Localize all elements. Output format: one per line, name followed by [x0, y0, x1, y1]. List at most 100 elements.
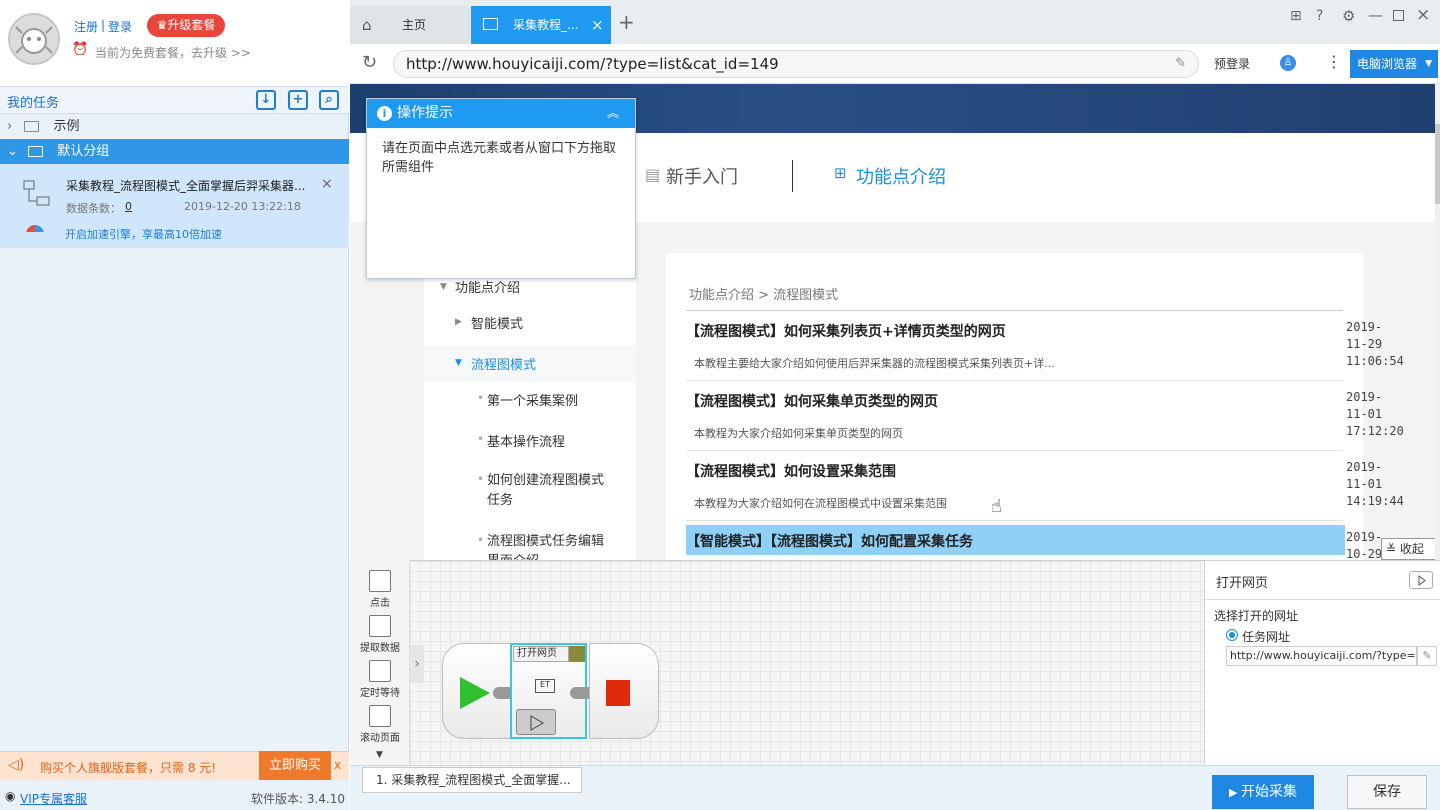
upgrade-button[interactable]: ♛升级套餐 [147, 14, 225, 37]
radio-task-url[interactable] [1226, 629, 1238, 641]
menu-item[interactable]: 基本操作流程 [487, 431, 565, 450]
grid-icon: ⊞ [834, 164, 847, 182]
props-title: 打开网页 [1216, 576, 1269, 591]
megaphone-icon: ◁) [8, 757, 25, 773]
edit-icon[interactable]: ✎ [1417, 646, 1437, 666]
nav-divider [792, 160, 793, 192]
tree-item-label: 默认分组 [57, 144, 110, 159]
tool-extract[interactable]: 提取数据 [350, 615, 410, 654]
minimize-icon[interactable]: — [1368, 6, 1383, 24]
edit-icon[interactable]: ✎ [1175, 51, 1186, 77]
article-title[interactable]: 【流程图模式】如何采集单页类型的网页 [686, 391, 938, 411]
article-title[interactable]: 【智能模式】【流程图模式】如何配置采集任务 [686, 531, 973, 551]
caret-right-icon: ▶ [455, 317, 462, 327]
nav-features[interactable]: 功能点介绍 [856, 163, 946, 189]
window-close-icon[interactable]: × [1416, 5, 1430, 25]
bullet-icon: • [477, 472, 485, 486]
close-icon[interactable]: × [321, 176, 333, 192]
avatar[interactable] [8, 13, 60, 65]
breadcrumb: 功能点介绍 > 流程图模式 [689, 288, 839, 303]
refresh-icon[interactable]: ↻ [362, 52, 377, 73]
menu-flow[interactable]: 流程图模式 [471, 354, 536, 373]
speed-link[interactable]: 开启加速引擎，享最高10倍加速 [65, 226, 222, 242]
tab-close-icon[interactable]: × [591, 6, 604, 44]
hint-popup: i 操作提示 ︽ 请在页面中点选元素或者从窗口下方拖取所需组件 [366, 98, 636, 279]
new-task-icon[interactable]: + [288, 90, 308, 110]
expand-toolbox-icon[interactable]: › [410, 645, 424, 683]
divider [686, 310, 1343, 311]
browser-mode-select[interactable]: 电脑浏览器 ▼ [1350, 50, 1438, 78]
end-node[interactable] [589, 643, 659, 739]
menu-item[interactable]: 第一个采集案例 [487, 390, 578, 409]
article-title[interactable]: 【流程图模式】如何采集列表页+详情页类型的网页 [686, 321, 1006, 341]
browser-mode-label: 电脑浏览器 [1357, 57, 1418, 71]
count-value[interactable]: 0 [125, 200, 132, 213]
upgrade-label: 升级套餐 [167, 18, 216, 32]
hand-cursor-icon: ☝ [991, 496, 1002, 517]
save-button[interactable]: 保存 [1347, 775, 1427, 809]
menu-section[interactable]: 功能点介绍 [455, 277, 520, 296]
new-tab-icon[interactable]: + [618, 10, 635, 34]
caret-down-icon: ▼ [440, 282, 447, 292]
maximize-icon[interactable] [1393, 10, 1404, 21]
play-icon [460, 677, 490, 709]
divider [686, 450, 1343, 451]
bullet-icon: • [477, 432, 485, 446]
prelogin-button[interactable]: 预登录 [1214, 55, 1250, 72]
menu-item[interactable]: 流程图模式任务编辑界面介绍 [487, 532, 605, 560]
hint-title: 操作提示 [397, 105, 453, 121]
url-input[interactable]: http://www.houyicaiji.com/?type=list&cat… [393, 50, 1199, 78]
tab-active[interactable]: 采集教程_... × [471, 6, 611, 44]
search-task-icon[interactable]: ⌕ [319, 90, 339, 110]
task-title: 采集教程_流程图模式_全面掌握后羿采集器... [66, 179, 306, 193]
more-icon[interactable]: ⋮ [1326, 52, 1342, 71]
divider [686, 380, 1343, 381]
start-collect-button[interactable]: ▶ 开始采集 [1212, 775, 1314, 809]
bullet-icon: • [477, 533, 485, 547]
vip-support-link[interactable]: VIP专属客服 [20, 790, 87, 807]
tool-click[interactable]: 点击 [350, 570, 410, 609]
tool-wait[interactable]: 定时等待 [350, 660, 410, 699]
run-step-button[interactable] [1409, 571, 1433, 589]
promo-close-icon[interactable]: x [334, 758, 341, 772]
left-footer: ◉ VIP专属客服 软件版本: 3.4.10 [0, 781, 349, 810]
tab-home[interactable]: ⌂ 主页 [350, 6, 470, 44]
task-url-input[interactable]: http://www.houyicaiji.com/?type=li [1226, 646, 1417, 666]
tool-label: 定时等待 [360, 688, 400, 699]
article-date: 2019- 11-29 11:06:54 [1346, 320, 1404, 368]
buy-now-button[interactable]: 立即购买 [259, 751, 331, 780]
task-card[interactable]: 采集教程_流程图模式_全面掌握后羿采集器... × 数据条数： 0 2019-1… [0, 164, 349, 248]
scroll-thumb[interactable] [1435, 124, 1440, 204]
register-link[interactable]: 注册 [74, 18, 98, 35]
preview-button[interactable] [516, 709, 556, 735]
menu-smart[interactable]: 智能模式 [471, 313, 523, 332]
stop-icon [606, 680, 630, 706]
help-icon[interactable]: ? [1316, 8, 1323, 24]
divider [1205, 599, 1440, 600]
tree-item-example[interactable]: › 示例 [0, 114, 349, 139]
menu-item[interactable]: 如何创建流程图模式任务 [487, 471, 605, 511]
gift-icon[interactable]: ⊞ [1290, 8, 1302, 24]
caret-down-icon[interactable]: ▼ [376, 750, 383, 760]
caret-down-icon: ▼ [1425, 59, 1432, 69]
nav-beginner[interactable]: 新手入门 [666, 163, 738, 189]
login-link[interactable]: 登录 [108, 18, 132, 35]
task-tab[interactable]: 1. 采集教程_流程图模式_全面掌握... [362, 767, 582, 793]
import-icon[interactable]: ↓ [256, 90, 276, 110]
collapse-button[interactable]: ≚ 收起 [1381, 538, 1436, 560]
separator: | [101, 18, 106, 32]
collapse-label: 收起 [1399, 542, 1424, 556]
settings-icon[interactable]: ⚙ [1342, 7, 1355, 25]
tool-label: 滚动页面 [360, 733, 400, 744]
qq-icon: ◉ [5, 789, 16, 803]
scroll-icon [369, 705, 391, 727]
user-agent-icon[interactable]: ♙ [1280, 55, 1296, 71]
article-title[interactable]: 【流程图模式】如何设置采集范围 [686, 461, 896, 481]
collapse-up-icon[interactable]: ︽ [607, 99, 619, 128]
article-date: 2019- 11-01 17:12:20 [1346, 390, 1404, 438]
page-scrollbar[interactable] [1435, 84, 1440, 560]
click-icon [369, 570, 391, 592]
tree-item-default-group[interactable]: ⌄ 默认分组 [0, 139, 349, 164]
tool-scroll[interactable]: 滚动页面 [350, 705, 410, 744]
plan-text[interactable]: 当前为免费套餐，去升级 >> [95, 44, 251, 61]
